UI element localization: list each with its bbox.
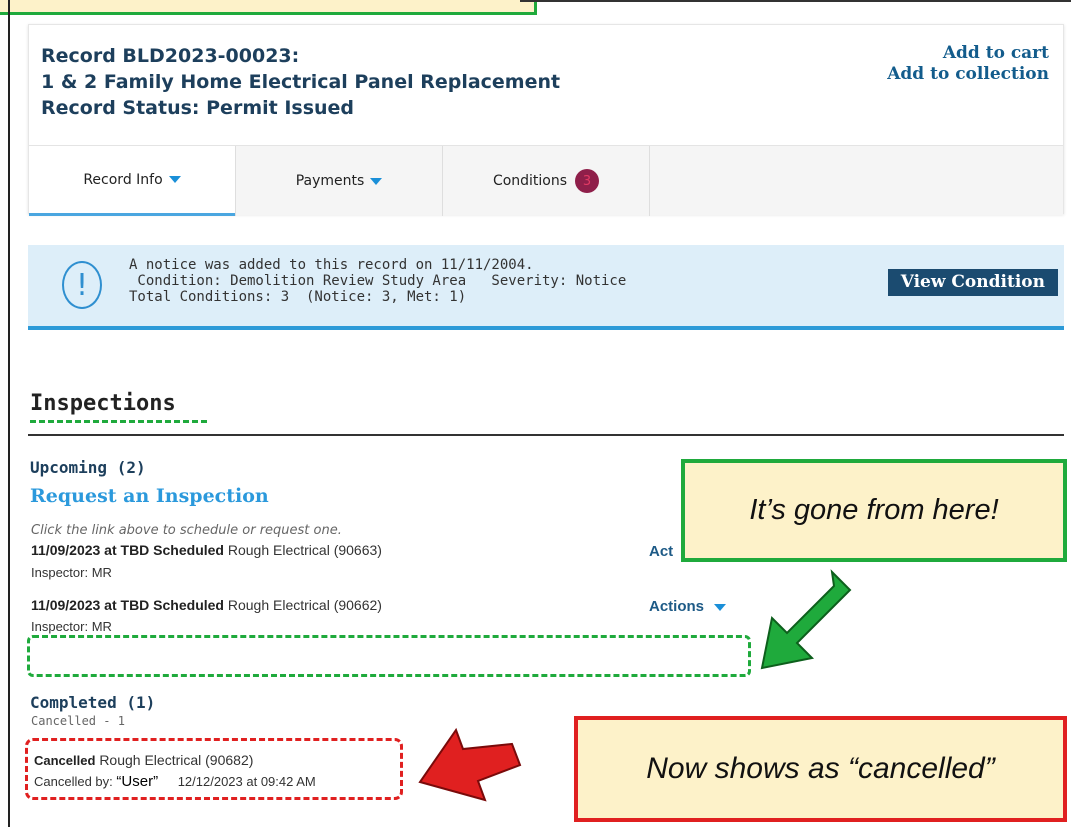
- annotated-screenshot: Record BLD2023-00023: 1 & 2 Family Home …: [0, 0, 1071, 827]
- green-arrow-icon: [760, 569, 852, 670]
- red-arrow-icon: [418, 727, 522, 802]
- annotation-arrows: [418, 569, 852, 802]
